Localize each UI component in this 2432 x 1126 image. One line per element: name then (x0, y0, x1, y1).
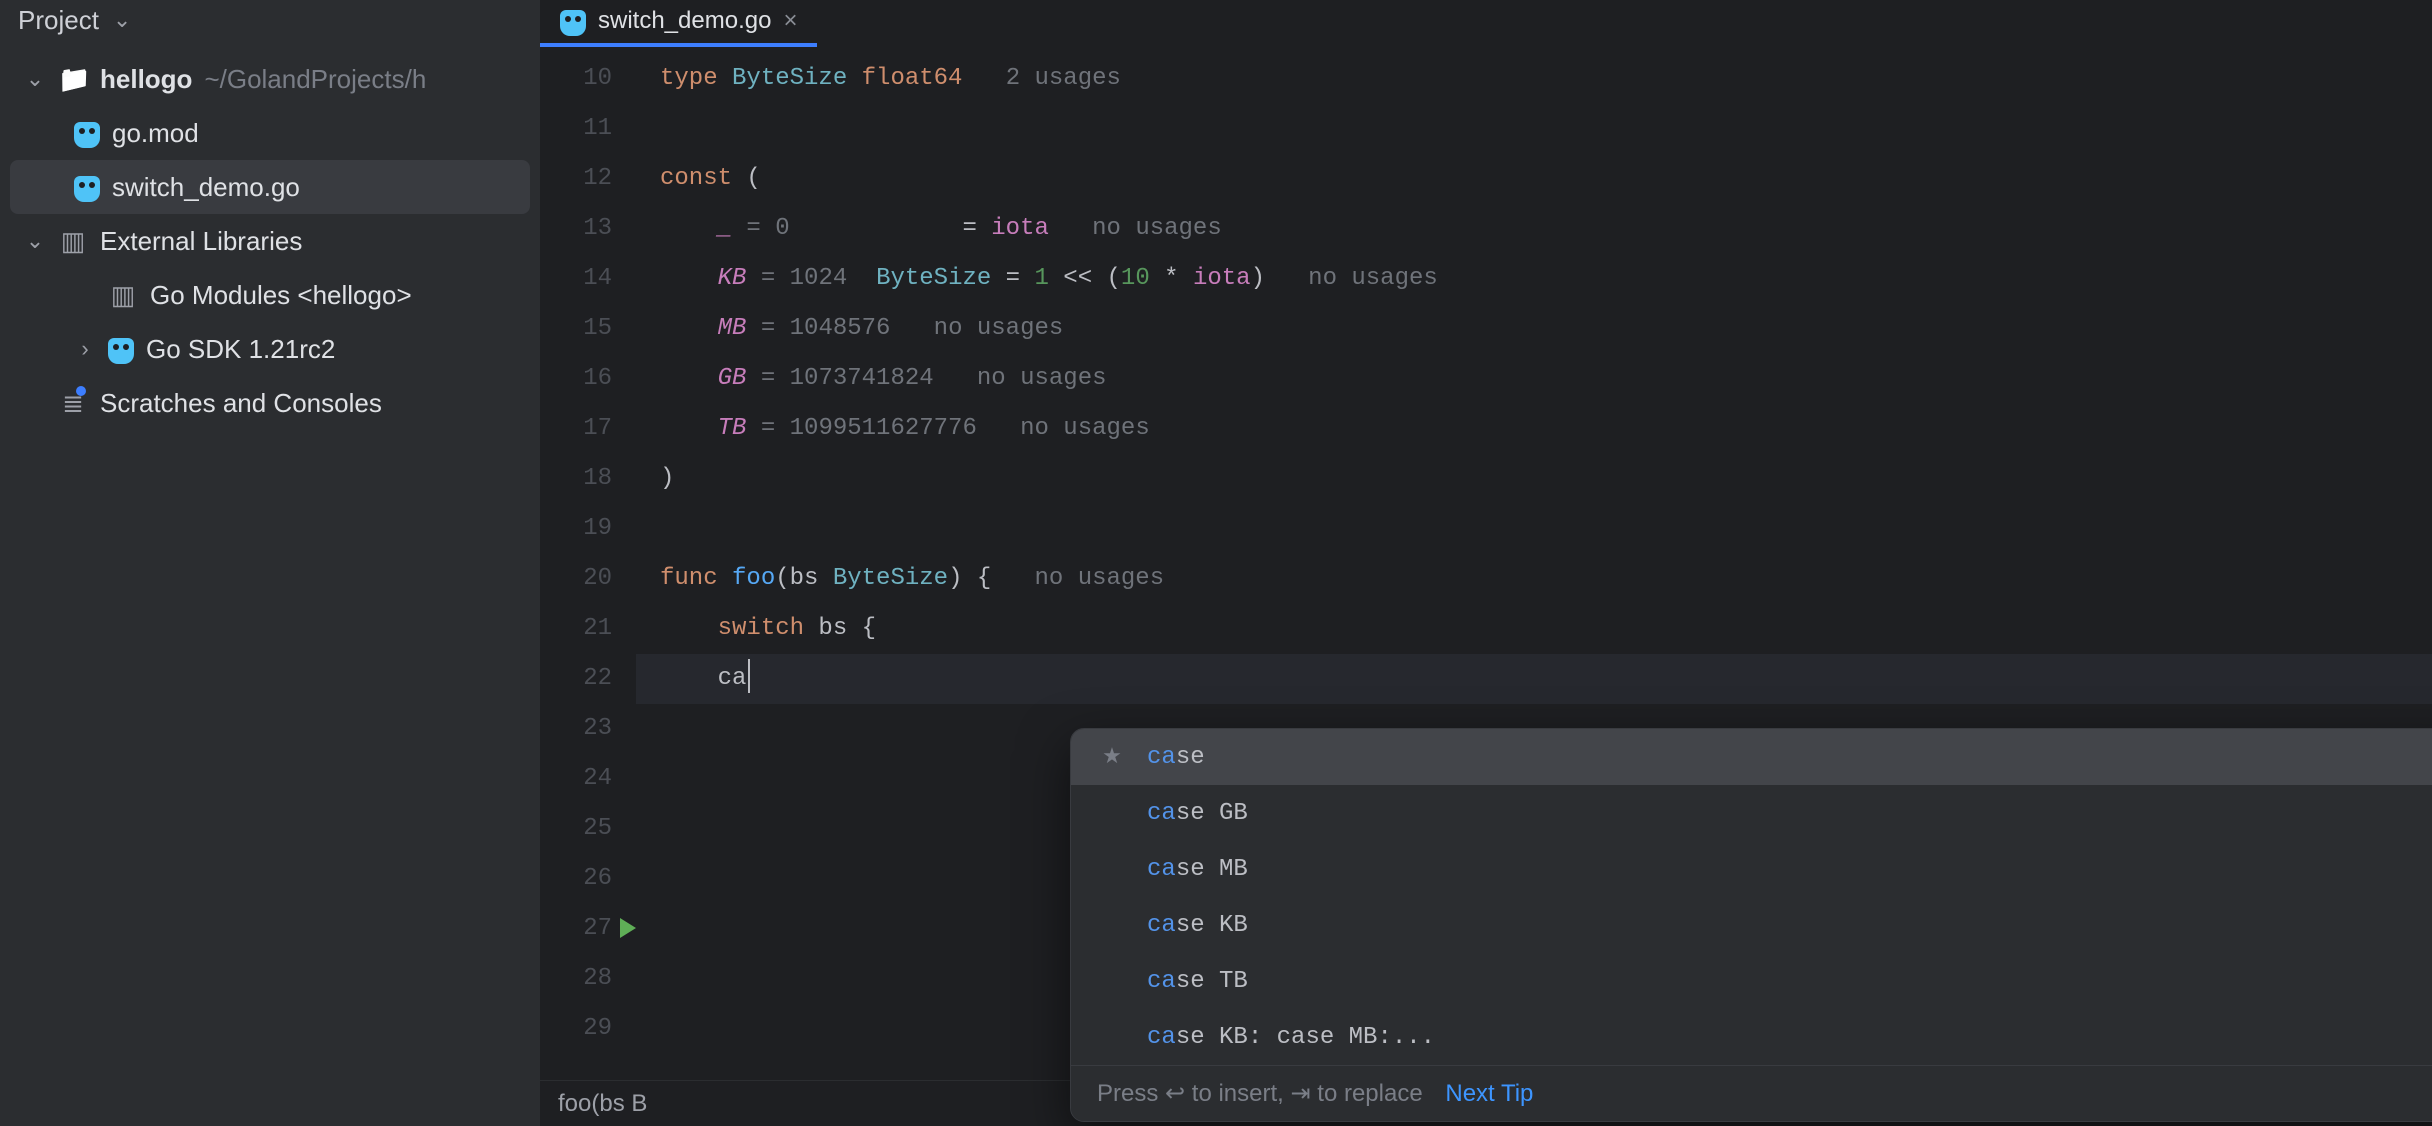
external-libraries-label: External Libraries (100, 226, 302, 257)
completion-hint: Press ↩ to insert, ⇥ to replace (1097, 1080, 1423, 1107)
editor-tab-active[interactable]: switch_demo.go × (540, 0, 817, 47)
scratches-row[interactable]: › Scratches and Consoles (10, 376, 530, 430)
editor-tabbar: switch_demo.go × (540, 0, 2432, 48)
folder-icon (58, 64, 88, 95)
scratches-label: Scratches and Consoles (100, 388, 382, 419)
go-file-icon (74, 122, 100, 148)
breadcrumb-text: foo(bs B (558, 1090, 647, 1118)
library-icon (108, 280, 138, 311)
project-name: hellogo (100, 64, 192, 95)
chevron-right-icon: › (74, 336, 96, 362)
library-icon (58, 226, 88, 257)
external-libraries-row[interactable]: ⌄ External Libraries (10, 214, 530, 268)
project-sidebar: Project ⌄ ⌄ hellogo ~/GolandProjects/h g… (0, 0, 540, 1126)
project-root-row[interactable]: ⌄ hellogo ~/GolandProjects/h (10, 52, 530, 106)
extlib-label: Go SDK 1.21rc2 (146, 334, 335, 365)
sidebar-title-label: Project (18, 5, 99, 36)
project-tree: ⌄ hellogo ~/GolandProjects/h go.mod swit… (0, 48, 540, 430)
file-go-mod[interactable]: go.mod (10, 106, 530, 160)
chevron-down-icon: ⌄ (24, 228, 46, 254)
scratches-icon (58, 388, 88, 419)
extlib-item[interactable]: › Go SDK 1.21rc2 (10, 322, 530, 376)
chevron-down-icon: ⌄ (24, 66, 46, 92)
code-editor[interactable]: 1011121314151617181920212223242526272829… (540, 48, 2432, 1080)
next-tip-link[interactable]: Next Tip (1445, 1080, 1533, 1107)
sidebar-title[interactable]: Project ⌄ (0, 0, 540, 48)
more-icon[interactable]: ⋮ (2427, 1077, 2432, 1110)
run-gutter-icon[interactable] (620, 918, 636, 938)
file-label: go.mod (112, 118, 199, 149)
code-content[interactable]: type ByteSize float64 2 usagesconst ( _ … (636, 48, 2432, 1080)
go-file-icon (74, 176, 100, 202)
file-switch_demo-go[interactable]: switch_demo.go (10, 160, 530, 214)
completion-footer: Press ↩ to insert, ⇥ to replace Next Tip… (1071, 1065, 2432, 1121)
tab-filename: switch_demo.go (598, 7, 771, 35)
extlib-item[interactable]: ›Go Modules <hellogo> (10, 268, 530, 322)
go-sdk-icon (108, 338, 134, 364)
line-gutter: 1011121314151617181920212223242526272829 (540, 48, 636, 1080)
chevron-down-icon: ⌄ (107, 7, 131, 33)
file-label: switch_demo.go (112, 172, 300, 203)
editor-area: switch_demo.go × 10111213141516171819202… (540, 0, 2432, 1126)
extlib-label: Go Modules <hellogo> (150, 280, 412, 311)
go-file-icon (560, 10, 586, 36)
close-icon[interactable]: × (783, 7, 797, 35)
project-path: ~/GolandProjects/h (204, 64, 426, 95)
